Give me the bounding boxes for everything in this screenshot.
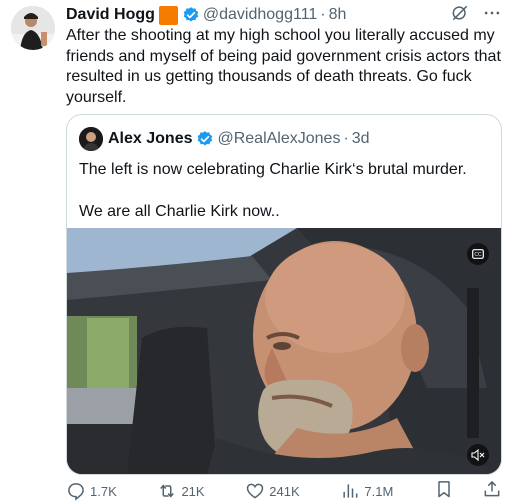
reply-count: 1.7K bbox=[90, 483, 117, 499]
action-bar-right bbox=[434, 479, 502, 504]
quoted-author-handle[interactable]: @RealAlexJones bbox=[217, 130, 340, 148]
views-icon bbox=[343, 484, 358, 498]
like-icon bbox=[247, 483, 264, 499]
closed-captions-icon: CC bbox=[472, 249, 484, 259]
reply-button[interactable]: 1.7K bbox=[66, 481, 117, 501]
verified-icon bbox=[196, 130, 214, 148]
quoted-post-time[interactable]: 3d bbox=[352, 130, 370, 148]
quoted-author-name[interactable]: Alex Jones bbox=[108, 130, 192, 148]
video-player[interactable]: CC bbox=[67, 228, 501, 474]
repost-count: 21K bbox=[181, 483, 205, 499]
separator-dot: · bbox=[343, 130, 349, 147]
verified-icon bbox=[182, 6, 200, 24]
views-button[interactable]: 7.1M bbox=[340, 481, 393, 501]
reply-icon bbox=[68, 483, 84, 501]
like-count: 241K bbox=[269, 483, 300, 499]
video-frame bbox=[67, 228, 501, 474]
post-header: David Hogg @davidhogg111 · 8h bbox=[66, 4, 502, 26]
share-button[interactable] bbox=[482, 479, 502, 504]
repost-icon bbox=[160, 484, 175, 498]
separator-dot: · bbox=[320, 6, 326, 23]
svg-text:CC: CC bbox=[474, 252, 482, 258]
quoted-author-avatar-image bbox=[79, 127, 103, 151]
quoted-author-avatar bbox=[79, 127, 103, 151]
repost-button[interactable]: 21K bbox=[157, 481, 205, 501]
bookmark-button[interactable] bbox=[434, 479, 454, 504]
author-name[interactable]: David Hogg bbox=[66, 6, 155, 24]
quoted-post-header: Alex Jones @RealAlexJones · 3d bbox=[79, 127, 370, 151]
mute-button[interactable] bbox=[467, 444, 489, 466]
author-handle[interactable]: @davidhogg111 bbox=[203, 6, 317, 24]
action-bar: 1.7K 21K 241K 7.1M bbox=[66, 479, 502, 504]
header-actions bbox=[450, 3, 502, 28]
like-button[interactable]: 241K bbox=[245, 481, 300, 501]
more-icon[interactable] bbox=[482, 3, 502, 28]
post-time[interactable]: 8h bbox=[329, 6, 347, 24]
bookmark-icon bbox=[438, 480, 450, 497]
mute-icon bbox=[471, 449, 485, 461]
closed-captions-button[interactable]: CC bbox=[467, 243, 489, 265]
post-text: After the shooting at my high school you… bbox=[66, 27, 506, 106]
quoted-post-text: The left is now celebrating Charlie Kirk… bbox=[79, 161, 467, 220]
author-avatar-image bbox=[11, 6, 55, 50]
grok-icon[interactable] bbox=[450, 3, 470, 28]
share-icon bbox=[484, 480, 500, 496]
affiliation-badge bbox=[158, 5, 178, 25]
author-avatar[interactable] bbox=[11, 6, 55, 50]
views-count: 7.1M bbox=[364, 483, 394, 499]
quoted-post[interactable]: Alex Jones @RealAlexJones · 3d The left … bbox=[66, 114, 502, 475]
